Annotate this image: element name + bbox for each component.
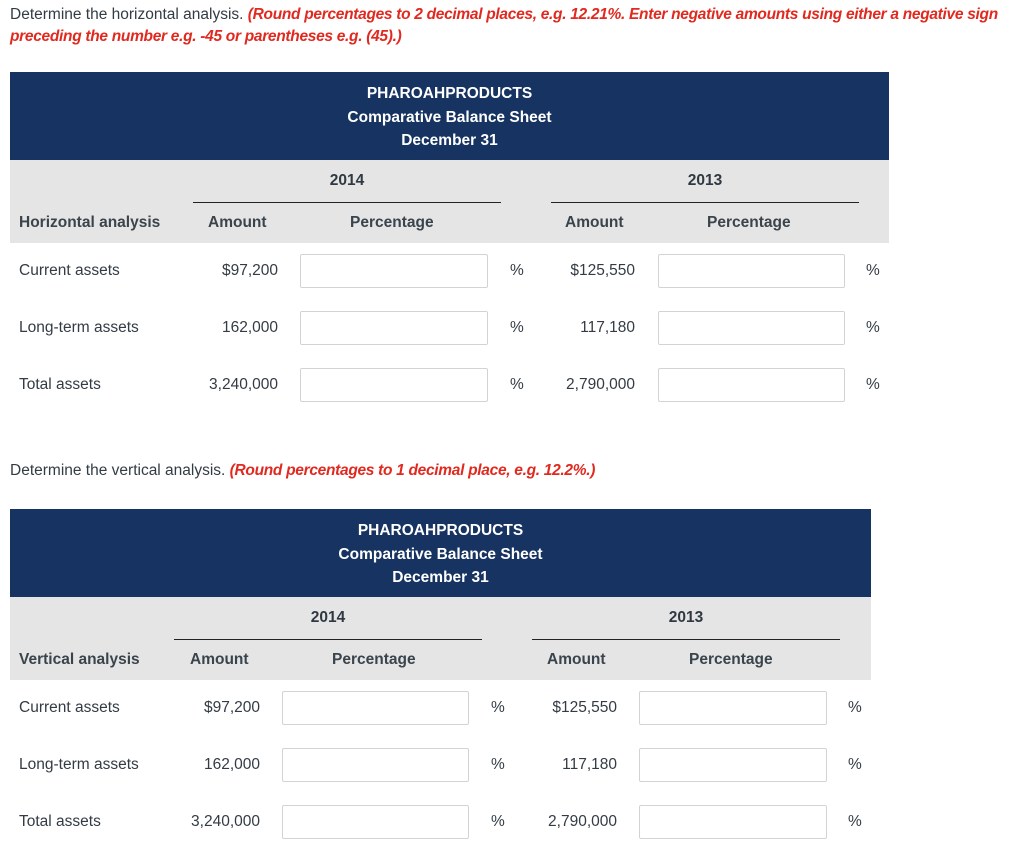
amount-2014-header: Amount <box>190 651 249 668</box>
percent-symbol: % <box>510 262 524 279</box>
amount-2013: $125,550 <box>552 699 617 716</box>
horizontal-instruction-text: Determine the horizontal analysis. <box>10 6 248 23</box>
row-label: Total assets <box>19 813 101 830</box>
percentage-2013-header: Percentage <box>707 214 791 231</box>
percentage-2013-input[interactable] <box>658 311 845 345</box>
percentage-2014-input[interactable] <box>300 311 488 345</box>
horizontal-negative-note: preceding the number e.g. -45 or parenth… <box>10 28 402 45</box>
vertical-table-banner: PHAROAHPRODUCTS Comparative Balance Shee… <box>10 509 871 597</box>
year-2014-label: 2014 <box>329 172 365 189</box>
statement-title: Comparative Balance Sheet <box>338 545 543 563</box>
statement-date: December 31 <box>392 569 489 586</box>
year-2014-label: 2014 <box>310 609 346 626</box>
percent-symbol: % <box>848 756 862 773</box>
amount-2013: 2,790,000 <box>566 376 635 393</box>
percent-symbol: % <box>491 756 505 773</box>
amount-2014: 3,240,000 <box>209 376 278 393</box>
row-label: Current assets <box>19 699 120 716</box>
percent-symbol: % <box>848 813 862 830</box>
vertical-table-header: 2014 2013 Vertical analysis Amount Perce… <box>10 597 871 680</box>
horizontal-rounding-note: (Round percentages to 2 decimal places, … <box>247 6 998 23</box>
percent-symbol: % <box>510 376 524 393</box>
percentage-2013-input[interactable] <box>639 805 827 839</box>
amount-2013: 2,790,000 <box>548 813 617 830</box>
row-header-label: Vertical analysis <box>19 651 140 668</box>
year-2013-label: 2013 <box>668 609 704 626</box>
vertical-instructions: Determine the vertical analysis. (Round … <box>10 460 1020 482</box>
vertical-instruction-text: Determine the vertical analysis. <box>10 462 230 479</box>
horizontal-table-banner: PHAROAHPRODUCTS Comparative Balance Shee… <box>10 72 889 160</box>
amount-2014: 3,240,000 <box>191 813 260 830</box>
year-2014-underline <box>193 202 501 203</box>
amount-2013-header: Amount <box>547 651 606 668</box>
year-2013-underline <box>551 202 859 203</box>
percentage-2014-input[interactable] <box>282 805 469 839</box>
row-label: Long-term assets <box>19 756 139 773</box>
amount-2013: $125,550 <box>570 262 635 279</box>
percent-symbol: % <box>510 319 524 336</box>
horizontal-instructions: Determine the horizontal analysis. (Roun… <box>10 4 1020 48</box>
percentage-2013-header: Percentage <box>689 651 773 668</box>
company-name: PHAROAHPRODUCTS <box>357 522 524 539</box>
statement-date: December 31 <box>401 132 498 149</box>
percent-symbol: % <box>866 319 880 336</box>
amount-2014: $97,200 <box>221 262 278 279</box>
row-header-label: Horizontal analysis <box>19 214 161 231</box>
amount-2013: 117,180 <box>562 756 617 773</box>
percent-symbol: % <box>848 699 862 716</box>
percentage-2014-input[interactable] <box>282 748 469 782</box>
row-label: Current assets <box>19 262 120 279</box>
year-2014-underline <box>174 639 482 640</box>
percentage-2013-input[interactable] <box>658 254 845 288</box>
amount-2014: $97,200 <box>203 699 260 716</box>
percent-symbol: % <box>866 262 880 279</box>
horizontal-table-header: 2014 2013 Horizontal analysis Amount Per… <box>10 160 889 243</box>
percentage-2014-input[interactable] <box>282 691 469 725</box>
percentage-2014-header: Percentage <box>332 651 416 668</box>
percentage-2013-input[interactable] <box>639 691 827 725</box>
percentage-2013-input[interactable] <box>639 748 827 782</box>
statement-title: Comparative Balance Sheet <box>347 108 552 126</box>
amount-2013-header: Amount <box>565 214 624 231</box>
amount-2014-header: Amount <box>208 214 267 231</box>
percent-symbol: % <box>491 813 505 830</box>
vertical-analysis-table: PHAROAHPRODUCTS Comparative Balance Shee… <box>10 509 871 849</box>
percentage-2014-header: Percentage <box>350 214 434 231</box>
year-2013-underline <box>532 639 840 640</box>
year-2013-label: 2013 <box>687 172 723 189</box>
horizontal-analysis-table: PHAROAHPRODUCTS Comparative Balance Shee… <box>10 72 889 412</box>
row-label: Total assets <box>19 376 101 393</box>
percentage-2013-input[interactable] <box>658 368 845 402</box>
percent-symbol: % <box>866 376 880 393</box>
vertical-rounding-note: (Round percentages to 1 decimal place, e… <box>229 462 596 479</box>
row-label: Long-term assets <box>19 319 139 336</box>
percent-symbol: % <box>491 699 505 716</box>
amount-2014: 162,000 <box>221 319 278 336</box>
amount-2013: 117,180 <box>580 319 635 336</box>
percentage-2014-input[interactable] <box>300 368 488 402</box>
company-name: PHAROAHPRODUCTS <box>366 85 533 102</box>
amount-2014: 162,000 <box>203 756 260 773</box>
percentage-2014-input[interactable] <box>300 254 488 288</box>
